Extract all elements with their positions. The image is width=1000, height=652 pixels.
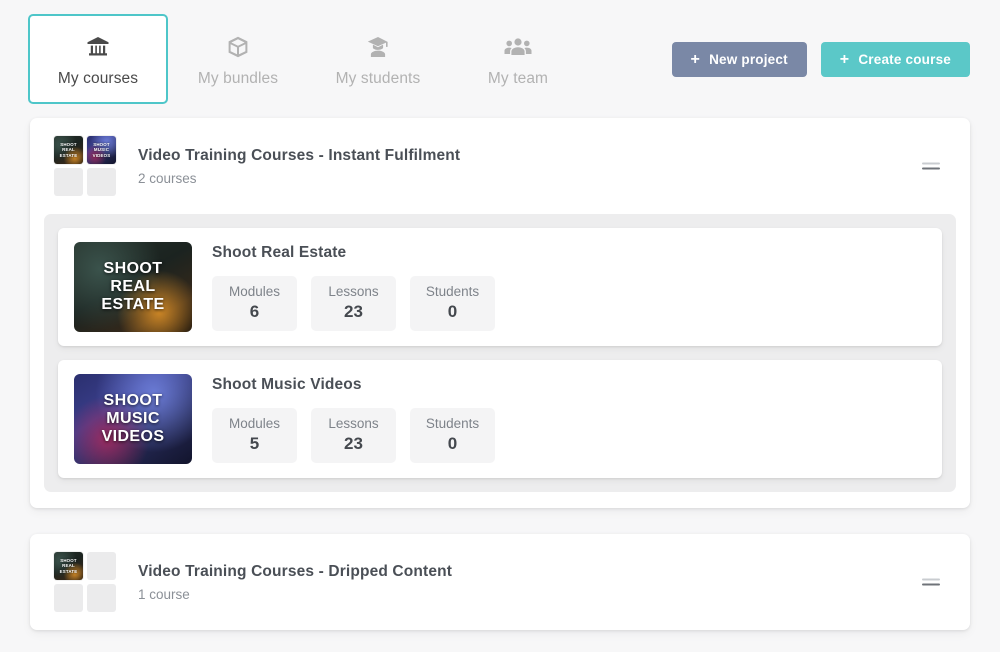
plus-icon: + — [840, 52, 850, 68]
tab-label: My students — [336, 70, 421, 88]
users-icon — [504, 30, 532, 64]
box-icon — [225, 30, 251, 64]
thumbnail-caption: SHOOTREALESTATE — [54, 552, 83, 580]
thumbnail-caption-line: SHOOT — [104, 260, 163, 278]
course-stats: Modules 6 Lessons 23 Students 0 — [212, 276, 495, 331]
thumbnail-caption-line: MUSIC — [106, 410, 160, 428]
project-header[interactable]: SHOOTREALESTATESHOOTMUSICVIDEOS Video Tra… — [30, 118, 970, 214]
course-card[interactable]: SHOOTREALESTATE Shoot Real Estate Modules 6… — [58, 228, 942, 346]
thumbnail-caption-line: ESTATE — [101, 296, 164, 314]
thumbnail-caption-line: SHOOT — [104, 392, 163, 410]
project-card[interactable]: SHOOTREALESTATESHOOTMUSICVIDEOSVideo Tra… — [30, 118, 970, 508]
graduate-icon — [365, 30, 391, 64]
top-navigation-bar: My courses My bundles My students My team +… — [0, 0, 1000, 118]
empty-thumbnail-placeholder — [54, 584, 83, 612]
course-card[interactable]: SHOOTMUSICVIDEOS Shoot Music Videos Module… — [58, 360, 942, 478]
project-title: Video Training Courses - Instant Fulfilm… — [138, 147, 460, 165]
stat-modules: Modules 5 — [212, 408, 297, 463]
course-title: Shoot Music Videos — [212, 376, 495, 394]
thumbnail-caption: SHOOTMUSICVIDEOS — [74, 374, 192, 464]
project-thumbnail-grid: SHOOTREALESTATESHOOTMUSICVIDEOS — [54, 136, 116, 196]
new-project-label: New project — [709, 52, 788, 67]
empty-thumbnail-placeholder — [87, 552, 116, 580]
stat-value: 0 — [424, 302, 481, 322]
stat-modules: Modules 6 — [212, 276, 297, 331]
course-thumbnail-mini: SHOOTREALESTATE — [54, 136, 83, 164]
project-title: Video Training Courses - Dripped Content — [138, 563, 452, 581]
projects-list: SHOOTREALESTATESHOOTMUSICVIDEOSVideo Tra… — [0, 118, 1000, 630]
stat-value: 23 — [325, 434, 382, 454]
plus-icon: + — [691, 52, 701, 68]
course-title: Shoot Real Estate — [212, 244, 495, 262]
tab-my-bundles[interactable]: My bundles — [168, 14, 308, 104]
course-thumbnail: SHOOTREALESTATE — [74, 242, 192, 332]
stat-label: Lessons — [325, 416, 382, 431]
create-course-button[interactable]: + Create course — [821, 42, 970, 77]
tab-label: My courses — [58, 70, 138, 88]
project-meta: Video Training Courses - Dripped Content… — [138, 563, 452, 602]
tab-my-students[interactable]: My students — [308, 14, 448, 104]
drag-handle-icon[interactable] — [922, 579, 940, 586]
stat-lessons: Lessons 23 — [311, 276, 396, 331]
stat-lessons: Lessons 23 — [311, 408, 396, 463]
course-thumbnail-mini: SHOOTREALESTATE — [54, 552, 83, 580]
stat-label: Students — [424, 416, 481, 431]
stat-label: Modules — [226, 416, 283, 431]
stat-value: 23 — [325, 302, 382, 322]
stat-label: Lessons — [325, 284, 382, 299]
thumbnail-caption-line: REAL — [110, 278, 155, 296]
tab-label: My bundles — [198, 70, 278, 88]
course-stats: Modules 5 Lessons 23 Students 0 — [212, 408, 495, 463]
empty-thumbnail-placeholder — [54, 168, 83, 196]
project-course-count: 2 courses — [138, 171, 460, 186]
stat-value: 0 — [424, 434, 481, 454]
empty-thumbnail-placeholder — [87, 584, 116, 612]
thumbnail-caption-line: ESTATE — [60, 569, 78, 575]
stat-label: Modules — [226, 284, 283, 299]
project-header[interactable]: SHOOTREALESTATE Video Training Courses - … — [30, 534, 970, 630]
project-meta: Video Training Courses - Instant Fulfilm… — [138, 147, 460, 186]
empty-thumbnail-placeholder — [87, 168, 116, 196]
course-body: Shoot Real Estate Modules 6 Lessons 23 Studen… — [212, 244, 495, 331]
new-project-button[interactable]: + New project — [672, 42, 807, 77]
course-thumbnail: SHOOTMUSICVIDEOS — [74, 374, 192, 464]
project-card[interactable]: SHOOTREALESTATE Video Training Courses - … — [30, 534, 970, 630]
stat-label: Students — [424, 284, 481, 299]
create-course-label: Create course — [858, 52, 951, 67]
thumbnail-caption: SHOOTREALESTATE — [54, 136, 83, 164]
thumbnail-caption-line: VIDEOS — [93, 153, 111, 159]
nav-tabs: My courses My bundles My students My team — [0, 14, 588, 104]
stat-value: 6 — [226, 302, 283, 322]
project-course-count: 1 course — [138, 587, 452, 602]
stat-students: Students 0 — [410, 276, 495, 331]
course-body: Shoot Music Videos Modules 5 Lessons 23 Stude… — [212, 376, 495, 463]
bank-icon — [85, 30, 111, 64]
stat-value: 5 — [226, 434, 283, 454]
tab-my-courses[interactable]: My courses — [28, 14, 168, 104]
thumbnail-caption: SHOOTREALESTATE — [74, 242, 192, 332]
drag-handle-icon[interactable] — [922, 163, 940, 170]
stat-students: Students 0 — [410, 408, 495, 463]
course-thumbnail-mini: SHOOTMUSICVIDEOS — [87, 136, 116, 164]
thumbnail-caption-line: ESTATE — [60, 153, 78, 159]
project-thumbnail-grid: SHOOTREALESTATE — [54, 552, 116, 612]
tab-my-team[interactable]: My team — [448, 14, 588, 104]
thumbnail-caption-line: VIDEOS — [102, 428, 165, 446]
header-actions: + New project + Create course — [672, 42, 970, 77]
courses-container: SHOOTREALESTATEShoot Real EstateModules6… — [44, 214, 956, 492]
tab-label: My team — [488, 70, 548, 88]
thumbnail-caption: SHOOTMUSICVIDEOS — [87, 136, 116, 164]
